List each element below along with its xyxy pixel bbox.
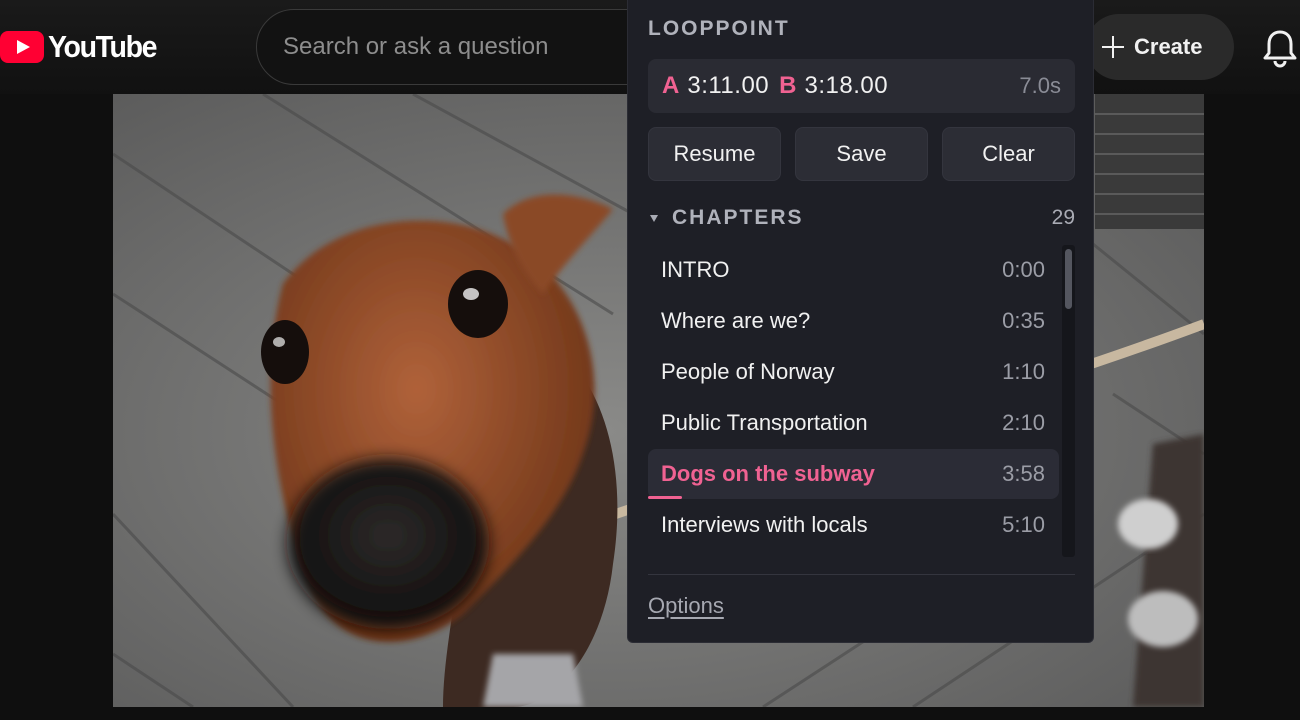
chapter-item-active[interactable]: Dogs on the subway 3:58: [648, 449, 1059, 499]
divider: [648, 574, 1075, 575]
chapter-progress-bar: [648, 496, 682, 499]
chapter-title: INTRO: [661, 257, 730, 282]
b-marker-time[interactable]: 3:18.00: [804, 72, 888, 100]
b-marker-label: B: [779, 72, 797, 99]
chapter-time: 2:10: [1002, 410, 1045, 435]
search-box[interactable]: [256, 9, 676, 85]
panel-title: LOOPPOINT: [648, 17, 790, 40]
clear-button[interactable]: Clear: [942, 127, 1075, 181]
chapter-item[interactable]: INTRO 0:00: [648, 245, 1059, 295]
chapter-title: People of Norway: [661, 359, 835, 384]
search-input[interactable]: [283, 33, 675, 61]
plus-icon: [1102, 36, 1124, 58]
chapter-time: 1:10: [1002, 359, 1045, 384]
chapter-title: Dogs on the subway: [661, 461, 875, 486]
loop-actions: Resume Save Clear: [648, 127, 1075, 181]
youtube-play-icon: [0, 31, 44, 63]
caret-down-icon: [650, 214, 658, 222]
chapter-item[interactable]: Where are we? 0:35: [648, 296, 1059, 346]
looppoint-panel: LOOPPOINT A 3:11.00 B 3:18.00 7.0s Resum…: [627, 0, 1094, 643]
chapter-title: Interviews with locals: [661, 512, 868, 537]
chapter-time: 0:00: [1002, 257, 1045, 282]
chapter-item[interactable]: Interviews with locals 5:10: [648, 500, 1059, 550]
loop-range-display: A 3:11.00 B 3:18.00 7.0s: [648, 59, 1075, 113]
chapter-list[interactable]: INTRO 0:00 Where are we? 0:35 People of …: [648, 245, 1059, 557]
save-button[interactable]: Save: [795, 127, 928, 181]
logo-text: YouTube: [48, 29, 157, 64]
a-marker-time[interactable]: 3:11.00: [687, 72, 769, 100]
chapters-count: 29: [1051, 206, 1075, 229]
chapter-scrollbar[interactable]: [1062, 245, 1075, 557]
chapter-title: Where are we?: [661, 308, 811, 333]
chapter-time: 5:10: [1002, 512, 1045, 537]
chapter-time: 0:35: [1002, 308, 1045, 333]
options-link[interactable]: Options: [648, 593, 724, 619]
chapters-header[interactable]: CHAPTERS 29: [648, 203, 1075, 233]
chapter-time: 3:58: [1002, 461, 1045, 486]
create-label: Create: [1134, 34, 1203, 59]
scrollbar-thumb[interactable]: [1065, 249, 1072, 309]
create-button[interactable]: Create: [1086, 14, 1234, 80]
chapters-label: CHAPTERS: [672, 206, 804, 229]
a-marker-label: A: [662, 72, 680, 99]
chapter-item[interactable]: People of Norway 1:10: [648, 347, 1059, 397]
bell-icon[interactable]: [1262, 28, 1298, 68]
loop-duration: 7.0s: [1019, 73, 1061, 98]
youtube-logo[interactable]: YouTube: [0, 29, 166, 64]
chapter-title: Public Transportation: [661, 410, 868, 435]
resume-button[interactable]: Resume: [648, 127, 781, 181]
chapter-item[interactable]: Public Transportation 2:10: [648, 398, 1059, 448]
